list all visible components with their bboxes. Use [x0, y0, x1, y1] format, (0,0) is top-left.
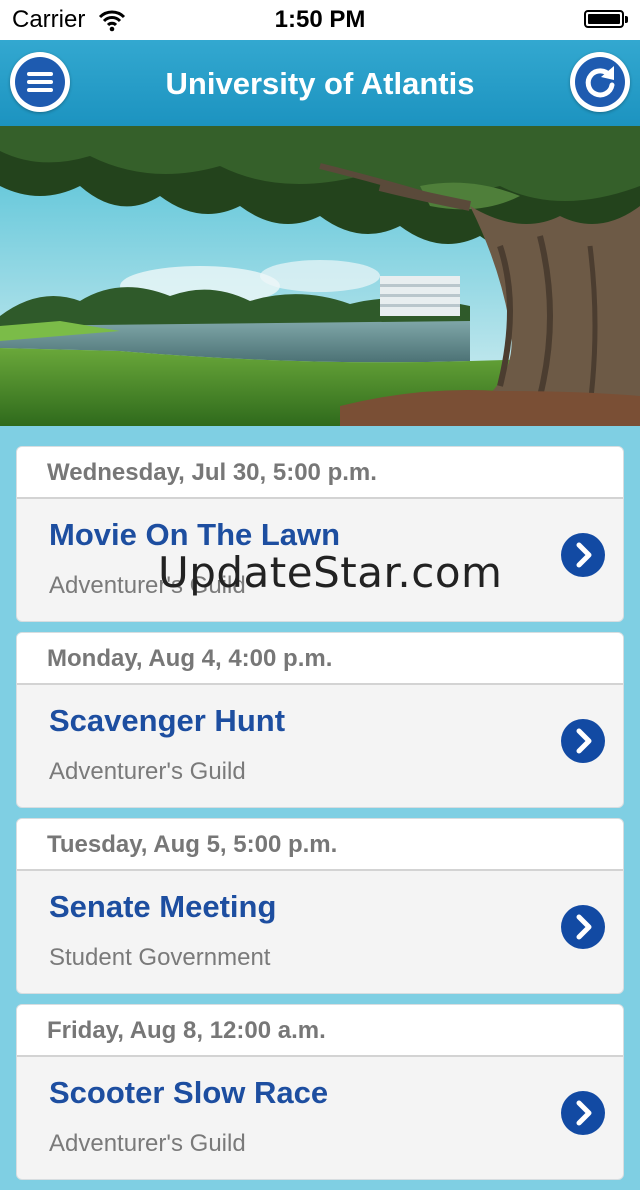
status-bar: Carrier 1:50 PM — [0, 0, 640, 40]
event-card[interactable]: Tuesday, Aug 5, 5:00 p.m. Senate Meeting… — [16, 818, 624, 994]
refresh-button[interactable] — [570, 52, 630, 112]
event-organizer: Adventurer's Guild — [49, 758, 246, 785]
nav-bar: University of Atlantis — [0, 40, 640, 126]
status-time: 1:50 PM — [274, 6, 366, 33]
page-title: University of Atlantis — [165, 66, 475, 101]
refresh-icon — [585, 66, 615, 98]
event-card[interactable]: Monday, Aug 4, 4:00 p.m. Scavenger Hunt … — [16, 632, 624, 808]
event-date: Tuesday, Aug 5, 5:00 p.m. — [17, 819, 623, 871]
watermark: UpdateStar.com — [158, 548, 503, 597]
event-card[interactable]: Friday, Aug 8, 12:00 a.m. Scooter Slow R… — [16, 1004, 624, 1180]
event-organizer: Student Government — [49, 944, 271, 971]
event-title: Scooter Slow Race — [49, 1075, 329, 1110]
battery-icon — [584, 10, 628, 30]
event-title: Senate Meeting — [49, 889, 277, 924]
event-date: Wednesday, Jul 30, 5:00 p.m. — [17, 447, 623, 499]
chevron-right-icon[interactable] — [561, 905, 605, 949]
event-date: Monday, Aug 4, 4:00 p.m. — [17, 633, 623, 685]
event-title: Scavenger Hunt — [49, 703, 286, 738]
event-organizer: Adventurer's Guild — [49, 1130, 246, 1157]
campus-hero-image — [0, 126, 640, 426]
chevron-right-icon[interactable] — [561, 1091, 605, 1135]
chevron-right-icon[interactable] — [561, 533, 605, 577]
chevron-right-icon[interactable] — [561, 719, 605, 763]
event-date: Friday, Aug 8, 12:00 a.m. — [17, 1005, 623, 1057]
